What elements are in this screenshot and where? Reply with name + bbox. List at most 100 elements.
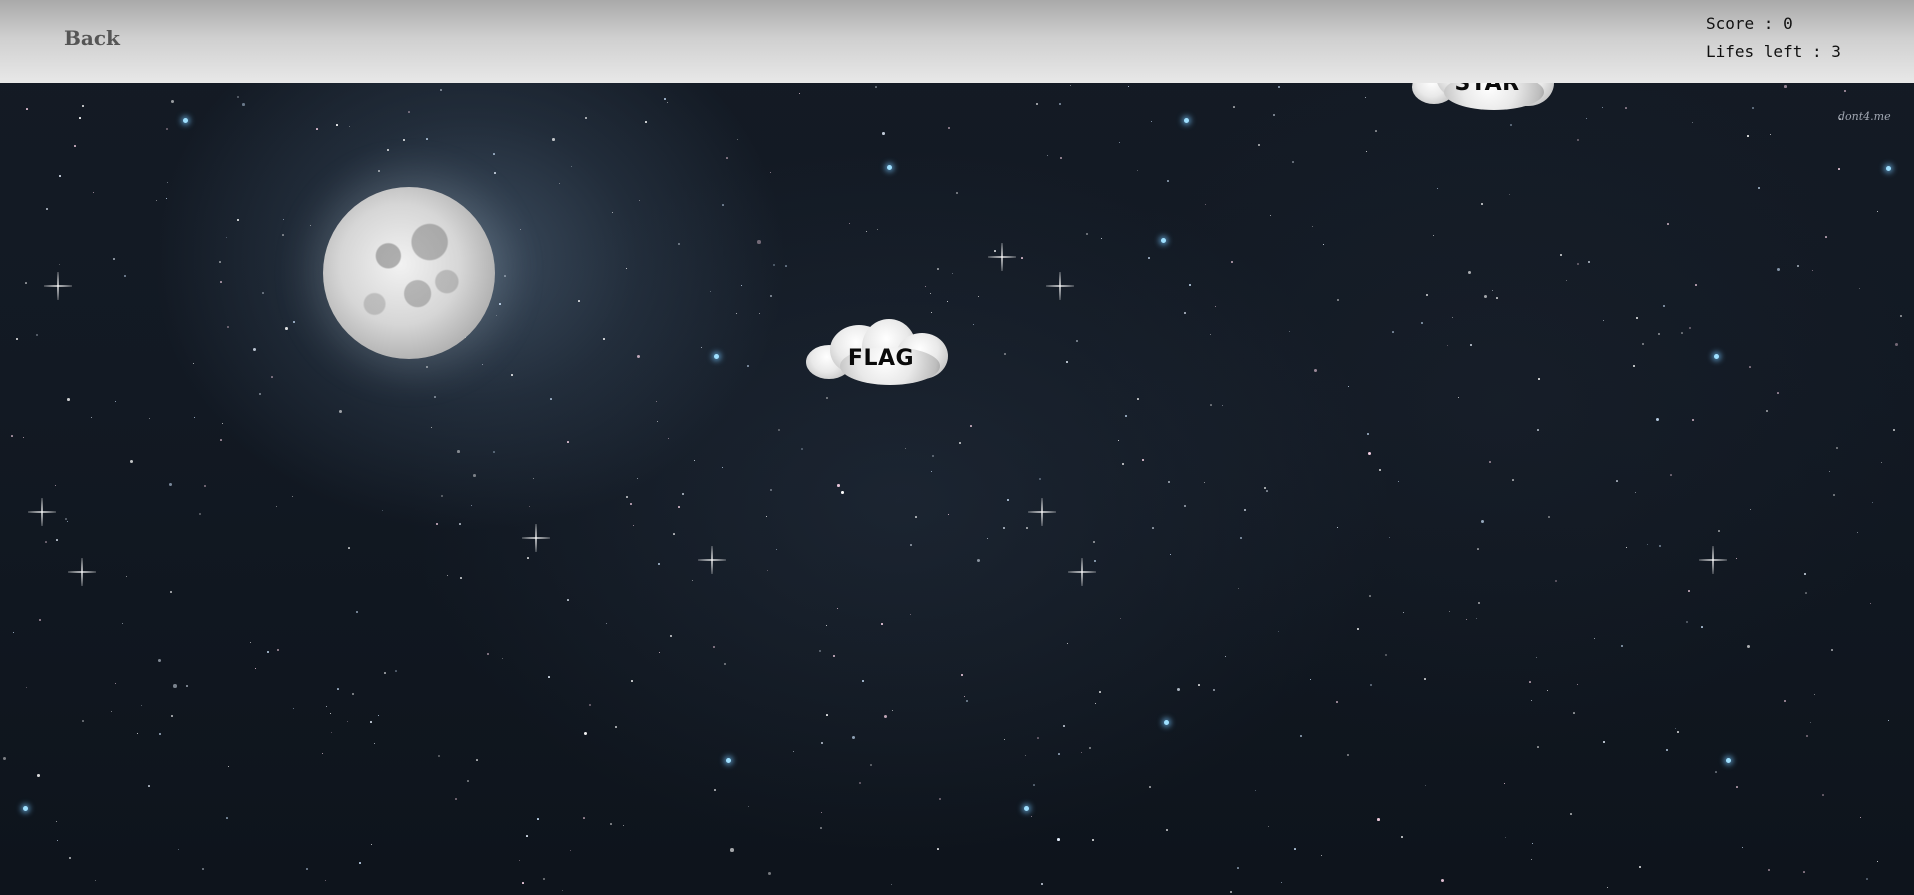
star-dot	[56, 539, 58, 541]
sparkle-star-icon	[1068, 558, 1096, 586]
star-dot	[173, 684, 177, 688]
star-dot	[821, 742, 823, 744]
star-dot	[882, 132, 885, 135]
star-dot	[1063, 725, 1065, 727]
sparkle-star-icon	[68, 558, 96, 586]
star-dot	[124, 275, 126, 277]
star-dot	[1060, 157, 1062, 159]
star-dot	[567, 441, 569, 443]
star-dot	[1663, 305, 1665, 307]
star-dot	[467, 780, 469, 782]
star-dot	[915, 516, 917, 518]
star-dot	[875, 86, 877, 88]
sparkle-star-icon	[44, 272, 72, 300]
star-dot	[552, 138, 555, 141]
back-button[interactable]: Back	[64, 26, 120, 50]
moon-image	[323, 187, 495, 359]
star-dot	[426, 138, 428, 140]
star-dot	[1369, 595, 1371, 597]
star-dot	[79, 117, 81, 119]
star-dot	[837, 608, 838, 609]
word-cloud-flag[interactable]: FLAG	[800, 315, 962, 387]
star-dot	[316, 128, 318, 130]
star-dot	[970, 425, 972, 427]
star-dot	[1784, 85, 1787, 88]
star-dot	[26, 687, 27, 688]
star-dot	[658, 563, 660, 565]
star-dot	[169, 483, 172, 486]
star-dot	[1621, 645, 1624, 648]
star-dot	[664, 98, 666, 100]
star-dot	[1278, 86, 1280, 88]
star-dot	[1039, 478, 1041, 480]
star-dot	[1477, 548, 1479, 550]
star-dot	[347, 721, 348, 722]
star-dot	[1667, 223, 1669, 225]
star-dot	[820, 827, 822, 829]
star-dot	[801, 448, 803, 450]
star-dot	[459, 523, 461, 525]
star-dot	[1237, 867, 1239, 869]
star-dot	[1137, 398, 1139, 400]
star-dot	[356, 611, 358, 613]
star-dot	[1752, 107, 1754, 109]
star-dot	[1900, 315, 1902, 317]
star-dot	[1573, 712, 1575, 714]
star-dot	[603, 338, 605, 340]
star-dot	[1504, 783, 1505, 784]
blue-star-dot	[1726, 758, 1731, 763]
star-dot	[757, 240, 761, 244]
star-dot	[1149, 786, 1151, 788]
star-dot	[348, 547, 350, 549]
star-dot	[1607, 887, 1608, 888]
star-dot	[1292, 161, 1294, 163]
star-dot	[819, 650, 821, 652]
star-dot	[220, 439, 222, 441]
blue-star-dot	[1164, 720, 1169, 725]
star-dot	[1347, 754, 1349, 756]
star-dot	[1570, 813, 1572, 815]
star-dot	[226, 817, 228, 819]
star-dot	[237, 219, 240, 222]
star-dot	[504, 275, 506, 277]
star-dot	[1537, 429, 1539, 431]
star-dot	[567, 599, 569, 601]
sparkle-star-icon	[522, 524, 550, 552]
star-dot	[1167, 180, 1169, 182]
star-dot	[26, 108, 28, 110]
star-dot	[476, 759, 478, 761]
star-dot	[262, 292, 264, 294]
top-bar: Back Score : 0 Lifes left : 3	[0, 0, 1914, 83]
star-dot	[242, 103, 245, 106]
star-dot	[870, 764, 872, 766]
star-dot	[1244, 509, 1246, 511]
blue-star-dot	[714, 354, 719, 359]
star-dot	[1033, 784, 1035, 786]
star-dot	[271, 376, 273, 378]
star-dot	[1294, 848, 1296, 850]
star-dot	[171, 715, 173, 717]
star-dot	[522, 882, 524, 884]
night-sky-background	[0, 0, 1914, 895]
star-dot	[1059, 103, 1061, 105]
star-dot	[1695, 284, 1697, 286]
blue-star-dot	[23, 806, 28, 811]
star-dot	[1092, 839, 1094, 841]
star-dot	[1803, 871, 1805, 873]
star-dot	[11, 435, 13, 437]
star-dot	[637, 355, 640, 358]
star-dot	[1866, 878, 1868, 880]
star-dot	[1670, 474, 1672, 476]
star-dot	[673, 533, 675, 535]
star-dot	[1512, 479, 1514, 481]
star-dot	[384, 672, 386, 674]
star-dot	[630, 503, 632, 505]
star-dot	[785, 265, 787, 267]
star-dot	[1805, 592, 1807, 594]
star-dot	[631, 680, 633, 682]
star-dot	[578, 300, 580, 302]
star-dot	[259, 393, 261, 395]
star-dot	[1677, 731, 1679, 733]
star-dot	[961, 674, 963, 676]
blue-star-dot	[1886, 166, 1891, 171]
